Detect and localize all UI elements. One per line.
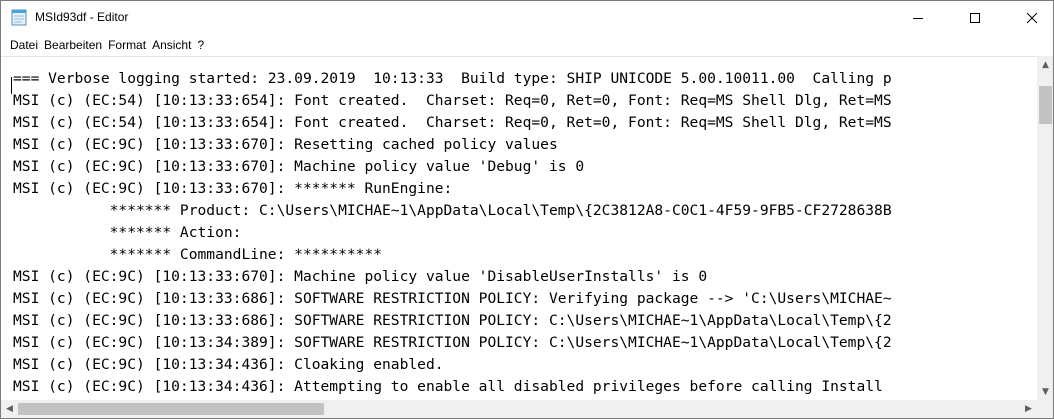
scroll-left-icon[interactable]: ◀ — [1, 400, 18, 417]
horizontal-scrollbar[interactable]: ◀ ▶ — [1, 400, 1037, 418]
menu-bar: Datei Bearbeiten Format Ansicht ? — [1, 35, 1053, 55]
editor-line: MSI (c) (EC:54) [10:13:33:654]: Font cre… — [13, 114, 892, 131]
editor-line: MSI (c) (EC:9C) [10:13:34:389]: SOFTWARE… — [13, 334, 892, 351]
vertical-scroll-thumb[interactable] — [1039, 86, 1052, 124]
close-button[interactable] — [1009, 1, 1053, 35]
minimize-icon — [913, 18, 923, 19]
minimize-button[interactable] — [895, 1, 941, 35]
scroll-up-icon[interactable]: ▲ — [1037, 56, 1053, 73]
menu-edit[interactable]: Bearbeiten — [41, 38, 105, 52]
editor-line: ******* Product: C:\Users\MICHAE~1\AppDa… — [13, 202, 892, 219]
maximize-icon — [970, 13, 980, 23]
editor-line: MSI (c) (EC:9C) [10:13:33:686]: SOFTWARE… — [13, 312, 892, 329]
window-title: MSId93df - Editor — [35, 10, 129, 24]
menu-file[interactable]: Datei — [7, 38, 41, 52]
scroll-down-icon[interactable]: ▼ — [1037, 383, 1053, 400]
editor-line: MSI (c) (EC:9C) [10:13:33:686]: SOFTWARE… — [13, 290, 892, 307]
text-caret — [11, 77, 12, 94]
editor-line: ******* Action: — [13, 224, 242, 241]
vertical-scrollbar[interactable]: ▲ ▼ — [1037, 56, 1053, 400]
editor-line: MSI (c) (EC:9C) [10:13:33:670]: Machine … — [13, 158, 585, 175]
notepad-window: MSId93df - Editor Datei Bearbeiten Forma… — [0, 0, 1054, 419]
notepad-icon — [11, 9, 27, 26]
close-icon — [1026, 12, 1038, 24]
horizontal-scroll-thumb[interactable] — [18, 403, 324, 415]
text-editor[interactable]: === Verbose logging started: 23.09.2019 … — [1, 56, 1037, 401]
editor-line: === Verbose logging started: 23.09.2019 … — [13, 70, 892, 87]
menu-view[interactable]: Ansicht — [149, 38, 194, 52]
editor-line: MSI (c) (EC:9C) [10:13:34:436]: Cloaking… — [13, 356, 444, 373]
menu-format[interactable]: Format — [105, 38, 149, 52]
editor-line: MSI (c) (EC:54) [10:13:33:654]: Font cre… — [13, 92, 892, 109]
scrollbar-corner — [1037, 400, 1053, 418]
title-bar[interactable]: MSId93df - Editor — [1, 1, 1053, 35]
scroll-right-icon[interactable]: ▶ — [1020, 400, 1037, 417]
editor-line: ******* CommandLine: ********** — [13, 246, 383, 263]
editor-line: MSI (c) (EC:9C) [10:13:33:670]: Machine … — [13, 268, 708, 285]
maximize-button[interactable] — [952, 1, 998, 35]
editor-line: MSI (c) (EC:9C) [10:13:33:670]: Resettin… — [13, 136, 558, 153]
editor-line: MSI (c) (EC:9C) [10:13:33:670]: ******* … — [13, 180, 453, 197]
editor-line: MSI (c) (EC:9C) [10:13:34:436]: Attempti… — [13, 378, 883, 395]
menu-help[interactable]: ? — [194, 38, 207, 52]
